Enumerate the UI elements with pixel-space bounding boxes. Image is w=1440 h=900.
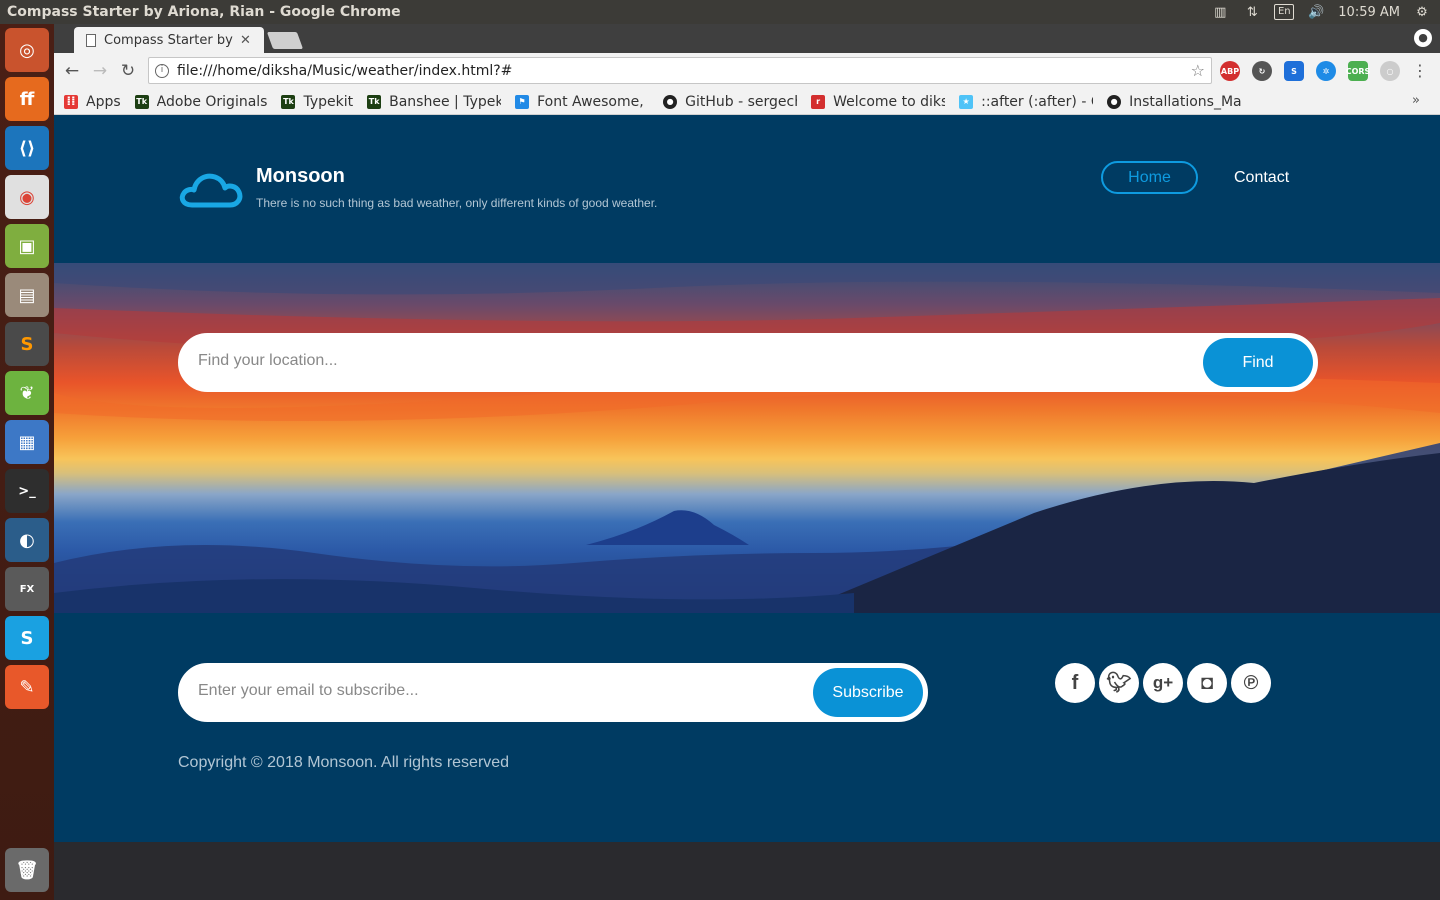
keyboard-indicator-icon[interactable]: ▥: [1210, 3, 1230, 21]
clock[interactable]: 10:59 AM: [1338, 5, 1400, 20]
copyright-text: Copyright © 2018 Monsoon. All rights res…: [178, 754, 510, 771]
browser-tab-active[interactable]: Compass Starter by Ariona, Rian ✕: [74, 27, 264, 53]
nav-home-link[interactable]: Home: [1101, 161, 1198, 194]
bookmark-adobe-originals[interactable]: Tk Adobe Originals: [134, 94, 267, 110]
page-overscroll-area: [54, 842, 1440, 900]
extension-blue-icon[interactable]: ✲: [1316, 61, 1336, 81]
extension-gray-icon[interactable]: ○: [1380, 61, 1400, 81]
css-tricks-icon: ★: [959, 94, 974, 109]
site-header: Monsoon There is no such thing as bad we…: [54, 115, 1440, 263]
terminal-icon[interactable]: >_: [5, 469, 49, 513]
find-button[interactable]: Find: [1203, 338, 1313, 387]
bookmark-apps[interactable]: ⁞⁞ Apps: [64, 94, 121, 110]
bookmark-star-icon[interactable]: ☆: [1191, 61, 1205, 80]
subscribe-button[interactable]: Subscribe: [813, 668, 923, 717]
writer-document-icon[interactable]: ▦: [5, 420, 49, 464]
github-icon: ●: [663, 94, 678, 109]
chrome-menu-icon[interactable]: ⋮: [1412, 61, 1428, 80]
extensions-area: ABP ↻ S ✲ CORS ○: [1220, 61, 1400, 81]
instagram-icon[interactable]: ◘: [1187, 663, 1227, 703]
mysql-workbench-icon[interactable]: ◐: [5, 518, 49, 562]
email-subscribe-input[interactable]: Enter your email to subscribe...: [198, 682, 758, 700]
hero-banner: Find your location... Find: [54, 263, 1440, 613]
github-icon: ●: [1107, 94, 1122, 109]
network-icon[interactable]: ⇅: [1242, 3, 1262, 21]
spring-tool-icon[interactable]: ❦: [5, 371, 49, 415]
chrome-icon[interactable]: ◉: [5, 175, 49, 219]
location-search-bar: Find your location... Find: [178, 333, 1318, 392]
skype-extension-icon[interactable]: S: [1284, 61, 1304, 81]
nav-contact-link[interactable]: Contact: [1234, 169, 1289, 187]
settings-gear-icon[interactable]: ⚙: [1412, 3, 1432, 21]
cors-extension-icon[interactable]: CORS: [1346, 61, 1370, 81]
bookmark-typekit[interactable]: Tk Typekit: [281, 94, 353, 110]
adblock-plus-icon[interactable]: ABP: [1220, 61, 1240, 81]
skype-icon[interactable]: S: [5, 616, 49, 660]
postman-icon[interactable]: ✎: [5, 665, 49, 709]
javafx-ide-icon[interactable]: FX: [5, 567, 49, 611]
typekit-icon: Tk: [281, 94, 296, 109]
vscode-icon[interactable]: ⟨⟩: [5, 126, 49, 170]
pinterest-icon[interactable]: ℗: [1231, 663, 1271, 703]
social-links: f 🐦︎ g+ ◘ ℗: [1055, 663, 1271, 703]
ubuntu-launcher: ◎ ff ⟨⟩ ◉ ▣ ▤ S ❦ ▦ >_ ◐ FX S ✎ 🗑: [0, 24, 54, 900]
bookmark-font-awesome[interactable]: ⚑ Font Awesome, Font: [515, 94, 649, 110]
typekit-icon: Tk: [367, 94, 382, 109]
twitter-icon[interactable]: 🐦︎: [1099, 663, 1139, 703]
apps-grid-icon: ⁞⁞: [64, 94, 78, 109]
mountain-landscape-image: [54, 263, 1440, 613]
flag-icon: ⚑: [515, 94, 530, 109]
trash-icon[interactable]: 🗑: [5, 848, 49, 892]
document-icon: [86, 33, 96, 47]
bookmark-welcome[interactable]: r Welcome to diksha: [811, 94, 945, 110]
url-text[interactable]: file:///home/diksha/Music/weather/index.…: [177, 63, 512, 79]
system-tray: ▥ ⇅ En 🔊 10:59 AM ⚙: [1210, 3, 1440, 21]
firefox-icon[interactable]: ff: [5, 77, 49, 121]
forward-button[interactable]: →: [86, 57, 114, 85]
facebook-icon[interactable]: f: [1055, 663, 1095, 703]
location-search-input[interactable]: Find your location...: [198, 352, 1098, 370]
os-top-bar: Compass Starter by Ariona, Rian - Google…: [0, 0, 1440, 24]
site-brand-name[interactable]: Monsoon: [256, 165, 345, 188]
typekit-icon: Tk: [134, 94, 149, 109]
image-viewer-icon[interactable]: ▣: [5, 224, 49, 268]
new-tab-button[interactable]: [266, 32, 304, 49]
more-bookmarks-icon[interactable]: »: [1412, 93, 1420, 108]
bookmark-installations[interactable]: ● Installations_Ma: [1107, 94, 1241, 110]
browser-tab-strip: Compass Starter by Ariona, Rian ✕ ●: [54, 24, 1440, 53]
bookmark-after-css[interactable]: ★ ::after (:after) - CSS: [959, 94, 1093, 110]
site-tagline: There is no such thing as bad weather, o…: [256, 196, 658, 210]
volume-icon[interactable]: 🔊: [1306, 3, 1326, 21]
web-page: Monsoon There is no such thing as bad we…: [54, 115, 1440, 842]
bookmark-github-sergech[interactable]: ● GitHub - sergech: [663, 94, 797, 110]
sync-extension-icon[interactable]: ↻: [1252, 61, 1272, 81]
ubuntu-dash-icon[interactable]: ◎: [5, 28, 49, 72]
subscribe-form: Enter your email to subscribe... Subscri…: [178, 663, 928, 722]
sublime-text-icon[interactable]: S: [5, 322, 49, 366]
google-plus-icon[interactable]: g+: [1143, 663, 1183, 703]
close-tab-icon[interactable]: ✕: [240, 33, 251, 48]
site-footer: Enter your email to subscribe... Subscri…: [54, 613, 1440, 842]
files-icon[interactable]: ▤: [5, 273, 49, 317]
bookmarks-bar: ⁞⁞ Apps Tk Adobe Originals Tk Typekit Tk…: [54, 89, 1440, 115]
profile-icon[interactable]: ●: [1414, 29, 1432, 47]
bookmark-banshee[interactable]: Tk Banshee | Typekit: [367, 94, 501, 110]
address-bar[interactable]: i file:///home/diksha/Music/weather/inde…: [148, 57, 1212, 84]
reload-button[interactable]: ↻: [114, 57, 142, 85]
back-button[interactable]: ←: [58, 57, 86, 85]
window-title: Compass Starter by Ariona, Rian - Google…: [7, 4, 401, 20]
bookmark-red-icon: r: [811, 94, 826, 109]
site-info-icon[interactable]: i: [155, 63, 169, 78]
language-indicator[interactable]: En: [1274, 4, 1295, 20]
tab-title: Compass Starter by Ariona, Rian: [104, 32, 234, 48]
cloud-logo-icon[interactable]: [178, 169, 244, 209]
browser-toolbar: ← → ↻ i file:///home/diksha/Music/weathe…: [54, 53, 1440, 89]
